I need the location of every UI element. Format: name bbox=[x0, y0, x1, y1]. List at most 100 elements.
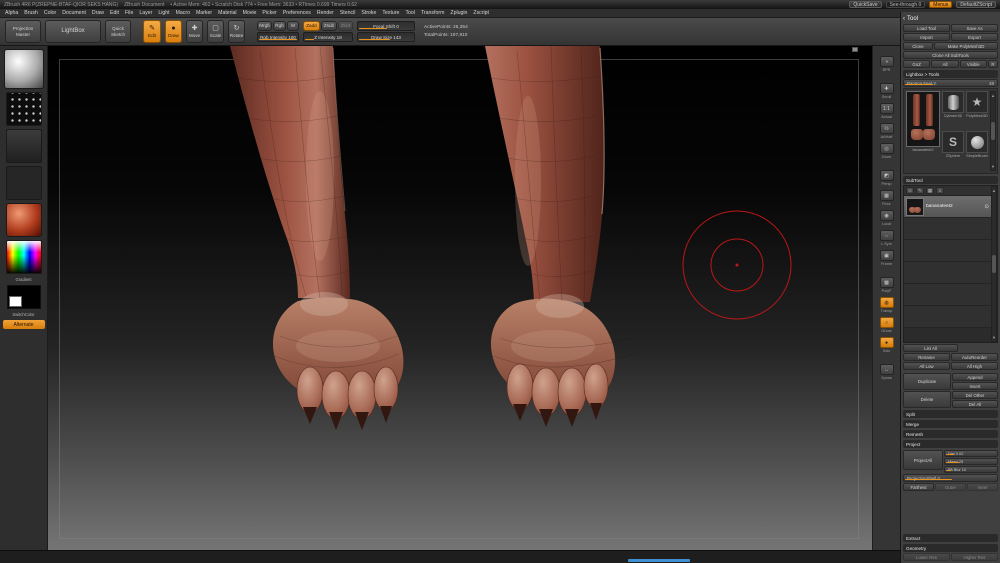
menu-color[interactable]: Color bbox=[44, 10, 56, 16]
all-high-button[interactable]: All High bbox=[951, 362, 998, 370]
menu-edit[interactable]: Edit bbox=[110, 10, 119, 16]
solo-icon[interactable]: ●Solo bbox=[880, 337, 894, 353]
local-icon[interactable]: ◉Local bbox=[880, 210, 894, 226]
draw-mode-button[interactable]: ● Draw bbox=[165, 20, 182, 43]
goz-button[interactable]: GoZ bbox=[903, 60, 930, 68]
all-low-button[interactable]: All Low bbox=[903, 362, 950, 370]
clone-all-subtools-button[interactable]: Clone All SubTools bbox=[903, 51, 998, 59]
polyf-icon[interactable]: ▩PolyF bbox=[880, 277, 894, 293]
higher-res-button[interactable]: Higher Res bbox=[951, 553, 998, 561]
active-tool-thumbnail[interactable] bbox=[906, 91, 940, 147]
goz-r-button[interactable]: R bbox=[988, 60, 998, 68]
menu-picker[interactable]: Picker bbox=[262, 10, 276, 16]
pa-blur-slider[interactable]: PA Blur 10 bbox=[944, 466, 998, 473]
zadd-button[interactable]: Zadd bbox=[303, 21, 320, 31]
sculpt-canvas[interactable] bbox=[48, 46, 872, 550]
tool-thumb-zsphere[interactable]: S ZSphere bbox=[942, 131, 964, 169]
autoreorder-button[interactable]: AutoReorder bbox=[951, 353, 998, 361]
outer-button[interactable]: Outer bbox=[935, 483, 966, 491]
bpr-icon[interactable]: ◑BPR bbox=[880, 56, 894, 72]
tool-name-slider[interactable]: Banana Feet 2. 48 bbox=[903, 79, 998, 87]
stroke-selector[interactable] bbox=[6, 92, 42, 126]
subtool-scrollbar[interactable]: ▲ ▼ bbox=[991, 186, 997, 342]
dist-slider[interactable]: Dist 0.02 bbox=[944, 450, 998, 457]
inner-button[interactable]: Inner bbox=[967, 483, 998, 491]
menu-document[interactable]: Document bbox=[62, 10, 86, 16]
switch-color-button[interactable]: SwitchColor bbox=[12, 312, 34, 317]
tool-thumb-simplebrush[interactable]: SimpleBrush bbox=[966, 131, 988, 169]
duplicate-button[interactable]: Duplicate bbox=[903, 373, 951, 390]
menu-stroke[interactable]: Stroke bbox=[361, 10, 376, 16]
mean-slider[interactable]: Mean 25 bbox=[944, 458, 998, 465]
ghost-icon[interactable]: ○Ghost bbox=[880, 317, 894, 333]
project-all-button[interactable]: ProjectAll bbox=[903, 450, 943, 470]
zcut-button[interactable]: Zcut bbox=[338, 21, 353, 31]
extract-section-bar[interactable]: Extract bbox=[903, 534, 998, 542]
menu-layer[interactable]: Layer bbox=[139, 10, 152, 16]
zoom-icon[interactable]: ◎Zoom bbox=[880, 143, 894, 159]
m-button[interactable]: M bbox=[287, 21, 299, 31]
menu-preferences[interactable]: Preferences bbox=[283, 10, 311, 16]
transp-icon[interactable]: ◍Transp bbox=[880, 297, 894, 313]
subtool-empty-slot[interactable] bbox=[904, 306, 991, 328]
lightbox-tools-bar[interactable]: Lightbox > Tools bbox=[903, 70, 998, 78]
rgb-intensity-slider[interactable]: Rgb Intensity 100 bbox=[257, 32, 299, 42]
quicksave-button[interactable]: QuickSave bbox=[849, 1, 881, 8]
make-polymesh3d-button[interactable]: Make PolyMesh3D bbox=[934, 42, 998, 50]
mrgb-button[interactable]: Mrgb bbox=[257, 21, 272, 31]
rename-button[interactable]: Rename bbox=[903, 353, 950, 361]
clone-button[interactable]: Clone bbox=[903, 42, 933, 50]
persp-icon[interactable]: ◩Persp bbox=[880, 170, 894, 186]
export-button[interactable]: Export bbox=[951, 33, 998, 41]
menu-light[interactable]: Light bbox=[158, 10, 169, 16]
tool-panel-header[interactable]: ‹ Tool bbox=[903, 14, 998, 23]
merge-section-bar[interactable]: Merge bbox=[903, 420, 998, 428]
del-all-button[interactable]: Del All bbox=[952, 400, 998, 408]
scroll-icon[interactable]: ✚Scroll bbox=[880, 83, 894, 99]
list-all-button[interactable]: List All bbox=[903, 344, 958, 352]
lsym-icon[interactable]: ⇔L.Sym bbox=[880, 230, 894, 246]
edit-mode-button[interactable]: ✎ Edit bbox=[143, 20, 161, 43]
subtool-scroll-up-icon[interactable]: ▲ bbox=[992, 188, 996, 193]
z-intensity-slider[interactable]: Z Intensity 18 bbox=[303, 32, 353, 42]
projection-master-button[interactable]: Projection Master bbox=[5, 20, 41, 43]
goz-visible-button[interactable]: Visible bbox=[960, 60, 987, 68]
goz-all-button[interactable]: All bbox=[931, 60, 958, 68]
alternate-button[interactable]: Alternate bbox=[3, 320, 45, 329]
scale-mode-button[interactable]: ▢ Scale bbox=[207, 20, 224, 43]
tool-thumb-cylinder3d[interactable]: Cylinder3D bbox=[942, 91, 964, 129]
menu-draw[interactable]: Draw bbox=[92, 10, 104, 16]
secondary-color-swatch[interactable] bbox=[9, 296, 22, 307]
move-mode-button[interactable]: ✚ Move bbox=[186, 20, 203, 43]
thumbs-scroll-up-icon[interactable]: ▲ bbox=[991, 93, 995, 98]
color-picker[interactable] bbox=[6, 240, 42, 274]
project-section-bar[interactable]: Project bbox=[903, 440, 998, 448]
frame-icon[interactable]: ▣Frame bbox=[880, 250, 894, 266]
menu-zscript[interactable]: Zscript bbox=[473, 10, 489, 16]
menu-material[interactable]: Material bbox=[218, 10, 236, 16]
lightbox-button[interactable]: LightBox bbox=[45, 20, 101, 43]
aahalf-icon[interactable]: ½AAHalf bbox=[880, 123, 894, 139]
menu-movie[interactable]: Movie bbox=[243, 10, 257, 16]
see-through-slider[interactable]: See-through 0 bbox=[886, 1, 926, 8]
subtool-pen-icon[interactable]: ✎ bbox=[916, 187, 924, 194]
subtool-scroll-down-icon[interactable]: ▼ bbox=[992, 335, 996, 340]
import-button[interactable]: Import bbox=[903, 33, 950, 41]
subtool-grid-icon[interactable]: ▦ bbox=[926, 187, 934, 194]
floor-icon[interactable]: ▦Floor bbox=[880, 190, 894, 206]
projection-shell-slider[interactable]: ProjectionShell 0 bbox=[903, 474, 998, 482]
xpose-icon[interactable]: ↔Xpose bbox=[880, 364, 894, 380]
menu-tool[interactable]: Tool bbox=[405, 10, 415, 16]
menu-brush[interactable]: Brush bbox=[24, 10, 38, 16]
subtool-list-icon[interactable]: ≡ bbox=[936, 187, 944, 194]
subtool-empty-slot[interactable] bbox=[904, 240, 991, 262]
focal-shift-slider[interactable]: Focal Shift 0 bbox=[357, 21, 415, 31]
zsub-button[interactable]: Zsub bbox=[321, 21, 337, 31]
lower-res-button[interactable]: Lower Res bbox=[903, 553, 950, 561]
rotate-mode-button[interactable]: ↻ Rotate bbox=[228, 20, 245, 43]
del-other-button[interactable]: Del Other bbox=[952, 391, 998, 399]
menu-texture[interactable]: Texture bbox=[382, 10, 399, 16]
menu-alpha[interactable]: Alpha bbox=[5, 10, 18, 16]
draw-size-slider[interactable]: Draw Size 143 bbox=[357, 32, 415, 42]
menus-toggle-button[interactable]: Menus bbox=[929, 1, 952, 8]
